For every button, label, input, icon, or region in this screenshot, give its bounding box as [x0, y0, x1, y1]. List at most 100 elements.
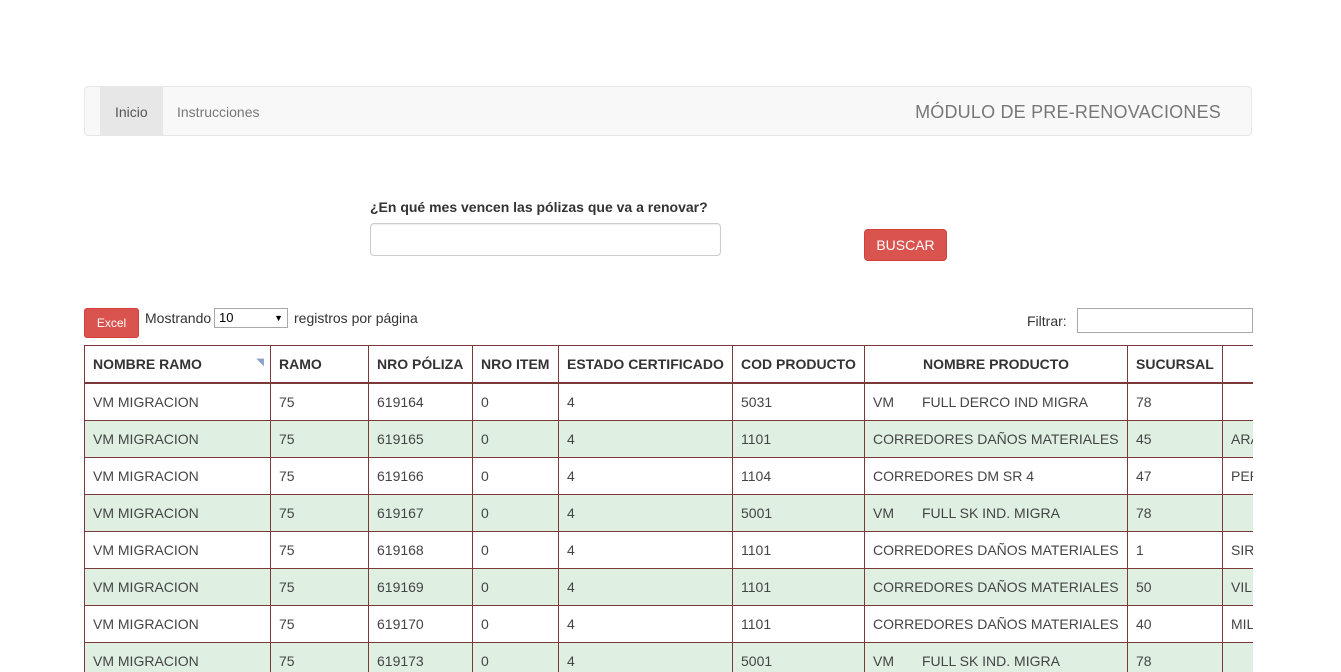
product-prefix: VM [873, 505, 894, 521]
month-input[interactable] [370, 223, 721, 256]
cell-extra: VILL [1222, 568, 1253, 606]
cell-nombre-producto: VM FULL SK IND. MIGRA [864, 642, 1128, 672]
cell-ramo: 75 [270, 420, 369, 458]
table-row[interactable]: VM MIGRACION 75 619170 0 4 1101 CORREDORES DAÑ… [84, 605, 1253, 643]
policies-table: NOMBRE RAMO ◥ RAMO NRO PÓLIZA NRO ITEM E… [84, 345, 1253, 672]
column-header-extra[interactable] [1222, 345, 1253, 384]
cell-estado-certificado: 4 [558, 605, 733, 643]
cell-sucursal: 78 [1127, 382, 1223, 421]
cell-sucursal: 78 [1127, 494, 1223, 532]
table-row[interactable]: VM MIGRACION 75 619165 0 4 1101 CORREDORES DAÑ… [84, 420, 1253, 458]
cell-nro-item: 0 [472, 457, 559, 495]
cell-ramo: 75 [270, 642, 369, 672]
module-title: MÓDULO DE PRE-RENOVACIONES [915, 102, 1221, 122]
cell-extra: PER [1222, 457, 1253, 495]
cell-nro-poliza: 619169 [368, 568, 473, 606]
cell-extra: SIR [1222, 531, 1253, 569]
nav-item-inicio[interactable]: Inicio [100, 87, 163, 135]
nav-item-instrucciones[interactable]: Instrucciones [162, 87, 274, 135]
cell-estado-certificado: 4 [558, 568, 733, 606]
table-row[interactable]: VM MIGRACION 75 619169 0 4 1101 CORREDORES DAÑ… [84, 568, 1253, 606]
sort-icon: ◥ [256, 357, 264, 368]
column-header-cod-producto[interactable]: COD PRODUCTO [732, 345, 865, 384]
cell-sucursal: 50 [1127, 568, 1223, 606]
column-header-nombre-ramo[interactable]: NOMBRE RAMO ◥ [84, 345, 271, 384]
cell-nombre-ramo: VM MIGRACION [84, 420, 271, 458]
cell-nro-poliza: 619167 [368, 494, 473, 532]
cell-cod-producto: 1101 [732, 605, 865, 643]
cell-ramo: 75 [270, 457, 369, 495]
column-header-nombre-producto[interactable]: NOMBRE PRODUCTO [864, 345, 1128, 384]
cell-ramo: 75 [270, 531, 369, 569]
table-row[interactable]: VM MIGRACION 75 619167 0 4 5001 VM FULL SK IND.… [84, 494, 1253, 532]
column-header-ramo[interactable]: RAMO [270, 345, 369, 384]
month-question-label: ¿En qué mes vencen las pólizas que va a … [370, 199, 708, 215]
cell-extra [1222, 494, 1253, 532]
cell-sucursal: 40 [1127, 605, 1223, 643]
cell-sucursal: 45 [1127, 420, 1223, 458]
table-row[interactable]: VM MIGRACION 75 619173 0 4 5001 VM FULL SK IND.… [84, 642, 1253, 672]
cell-nro-poliza: 619165 [368, 420, 473, 458]
cell-nombre-producto: VM FULL SK IND. MIGRA [864, 494, 1128, 532]
product-name: CORREDORES DM SR 4 [873, 468, 1035, 484]
page-size-value: 10 [219, 310, 234, 325]
cell-estado-certificado: 4 [558, 382, 733, 421]
cell-extra [1222, 382, 1253, 421]
per-page-label: registros por página [294, 310, 418, 326]
filter-label: Filtrar: [1027, 313, 1067, 329]
cell-nro-item: 0 [472, 382, 559, 421]
filter-input[interactable] [1077, 308, 1253, 333]
cell-estado-certificado: 4 [558, 457, 733, 495]
cell-nro-item: 0 [472, 642, 559, 672]
cell-extra: ARA [1222, 420, 1253, 458]
cell-nro-poliza: 619168 [368, 531, 473, 569]
cell-ramo: 75 [270, 382, 369, 421]
cell-nombre-producto: CORREDORES DAÑOS MATERIALES [864, 420, 1128, 458]
column-header-nro-poliza[interactable]: NRO PÓLIZA [368, 345, 473, 384]
cell-estado-certificado: 4 [558, 420, 733, 458]
cell-sucursal: 47 [1127, 457, 1223, 495]
cell-nombre-ramo: VM MIGRACION [84, 531, 271, 569]
cell-nombre-ramo: VM MIGRACION [84, 568, 271, 606]
excel-export-button[interactable]: Excel [84, 308, 139, 338]
policies-table-container: NOMBRE RAMO ◥ RAMO NRO PÓLIZA NRO ITEM E… [84, 345, 1253, 672]
cell-nro-poliza: 619173 [368, 642, 473, 672]
cell-nombre-ramo: VM MIGRACION [84, 494, 271, 532]
cell-nombre-producto: VM FULL DERCO IND MIGRA [864, 382, 1128, 421]
table-body: VM MIGRACION 75 619164 0 4 5031 VM FULL DERCO I… [84, 382, 1253, 672]
cell-ramo: 75 [270, 568, 369, 606]
column-header-nro-item[interactable]: NRO ITEM [472, 345, 559, 384]
table-row[interactable]: VM MIGRACION 75 619168 0 4 1101 CORREDORES DAÑ… [84, 531, 1253, 569]
cell-cod-producto: 1101 [732, 568, 865, 606]
page-size-select[interactable]: 10 ▼ [214, 308, 288, 328]
table-header-row: NOMBRE RAMO ◥ RAMO NRO PÓLIZA NRO ITEM E… [84, 345, 1253, 384]
cell-nro-poliza: 619170 [368, 605, 473, 643]
cell-nro-item: 0 [472, 494, 559, 532]
cell-cod-producto: 1101 [732, 531, 865, 569]
cell-ramo: 75 [270, 605, 369, 643]
cell-estado-certificado: 4 [558, 642, 733, 672]
table-row[interactable]: VM MIGRACION 75 619164 0 4 5031 VM FULL DERCO I… [84, 382, 1253, 421]
product-name: CORREDORES DAÑOS MATERIALES [873, 542, 1119, 558]
cell-extra: MIL [1222, 605, 1253, 643]
cell-estado-certificado: 4 [558, 531, 733, 569]
cell-cod-producto: 1101 [732, 420, 865, 458]
cell-nombre-producto: CORREDORES DM SR 4 [864, 457, 1128, 495]
cell-nro-item: 0 [472, 568, 559, 606]
table-row[interactable]: VM MIGRACION 75 619166 0 4 1104 CORREDORES DM … [84, 457, 1253, 495]
cell-extra [1222, 642, 1253, 672]
product-name: FULL SK IND. MIGRA [922, 653, 1060, 669]
top-navbar: Inicio Instrucciones MÓDULO DE PRE-RENOV… [84, 86, 1252, 136]
cell-cod-producto: 5001 [732, 494, 865, 532]
buscar-button[interactable]: BUSCAR [864, 229, 947, 261]
cell-cod-producto: 5031 [732, 382, 865, 421]
column-header-sucursal[interactable]: SUCURSAL [1127, 345, 1223, 384]
cell-nombre-producto: CORREDORES DAÑOS MATERIALES [864, 531, 1128, 569]
cell-ramo: 75 [270, 494, 369, 532]
cell-nombre-ramo: VM MIGRACION [84, 605, 271, 643]
cell-nombre-ramo: VM MIGRACION [84, 382, 271, 421]
column-header-estado-certificado[interactable]: ESTADO CERTIFICADO [558, 345, 733, 384]
product-name: CORREDORES DAÑOS MATERIALES [873, 616, 1119, 632]
cell-nombre-ramo: VM MIGRACION [84, 457, 271, 495]
product-prefix: VM [873, 394, 894, 410]
